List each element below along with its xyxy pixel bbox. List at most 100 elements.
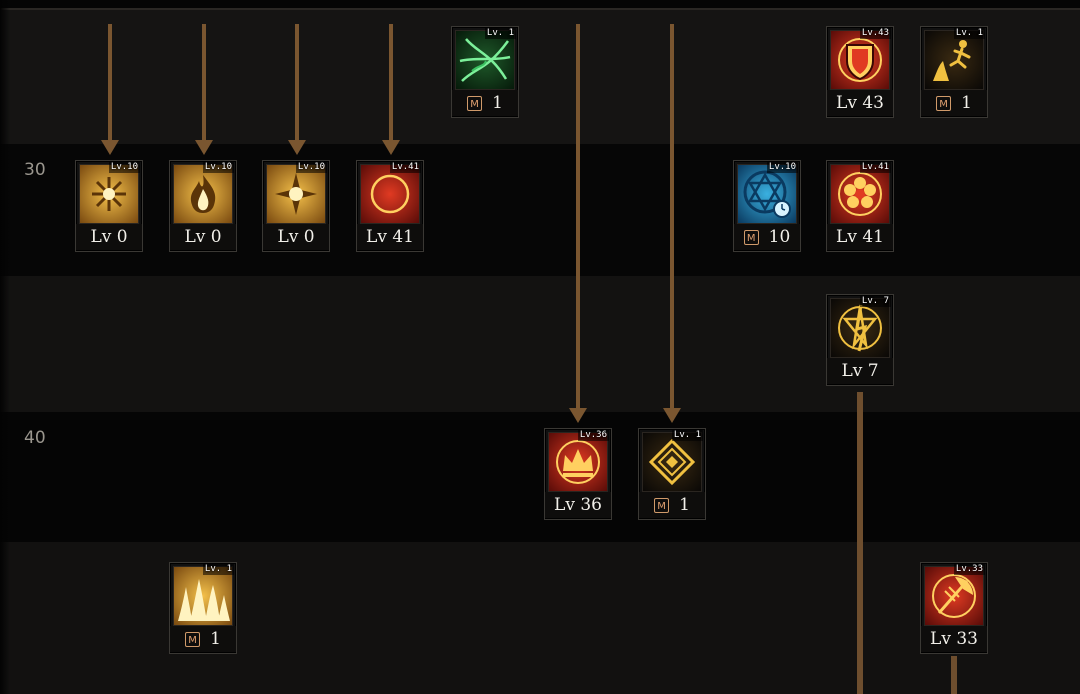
skill-level-tag: Lv.43 (859, 28, 891, 39)
level-label-30: 30 (24, 160, 46, 180)
skill-slot-diamond[interactable]: Lv. 1 M1 (638, 428, 706, 520)
skill-level-tag: Lv.10 (108, 162, 140, 173)
snowflake-icon (79, 164, 139, 224)
skill-caption: Lv 7 (827, 358, 893, 384)
skill-caption: Lv 43 (827, 90, 893, 116)
figure-icon (924, 30, 984, 90)
skill-slot-moon[interactable]: Lv.41 Lv 41 (356, 160, 424, 252)
arrow-head (382, 140, 400, 155)
skill-level-value: 1 (210, 629, 221, 649)
top-bar (0, 0, 1080, 8)
skill-level-value: 10 (768, 227, 791, 247)
skill-level-value: Lv 43 (836, 93, 884, 113)
skill-slot-vines[interactable]: Lv. 1 M1 (451, 26, 519, 118)
prerequisite-arrow (576, 24, 580, 412)
fire-wall-icon (173, 566, 233, 626)
row-band (0, 8, 1080, 144)
row-band (0, 276, 1080, 412)
master-badge-icon: M (185, 631, 201, 647)
master-badge-icon: M (936, 95, 952, 111)
skill-caption: Lv 41 (827, 224, 893, 250)
row-band (0, 542, 1080, 694)
arrow-head (288, 140, 306, 155)
skill-slot-fire-wall[interactable]: Lv. 1 M1 (169, 562, 237, 654)
skill-level-tag: Lv. 1 (953, 28, 985, 39)
skill-caption: Lv 0 (263, 224, 329, 250)
skill-level-value: 1 (679, 495, 690, 515)
skill-caption: M 10 (734, 224, 800, 250)
skill-level-value: Lv 36 (554, 495, 602, 515)
divider (0, 8, 1080, 10)
skill-tree-panel: 30 40 Lv. 1M1 Lv.43 Lv 43 Lv. 1 M 1 Lv.1… (0, 0, 1080, 694)
skill-slot-crown[interactable]: Lv.36 Lv 36 (544, 428, 612, 520)
shield-icon (830, 30, 890, 90)
skill-level-value: Lv 0 (277, 227, 315, 247)
skill-slot-hexagram[interactable]: Lv.10 M 10 (733, 160, 801, 252)
skill-level-tag: Lv. 1 (202, 564, 234, 575)
arrow-head (569, 408, 587, 423)
skill-caption: M1 (452, 90, 518, 116)
axe-icon (924, 566, 984, 626)
skill-level-value: Lv 0 (184, 227, 222, 247)
skill-caption: Lv 0 (76, 224, 142, 250)
skill-caption: M1 (170, 626, 236, 652)
skill-caption: Lv 36 (545, 492, 611, 518)
skill-slot-axe[interactable]: Lv.33 Lv 33 (920, 562, 988, 654)
skill-slot-snowflake[interactable]: Lv.10 Lv 0 (75, 160, 143, 252)
skill-caption: Lv 41 (357, 224, 423, 250)
skill-slot-shield[interactable]: Lv.43 Lv 43 (826, 26, 894, 118)
prerequisite-arrow (670, 24, 674, 412)
skill-slot-sun[interactable]: Lv.10 Lv 0 (262, 160, 330, 252)
master-badge-icon: M (654, 497, 670, 513)
skill-slot-star[interactable]: Lv. 7 Lv 7 (826, 294, 894, 386)
prerequisite-arrow (202, 24, 206, 144)
skill-level-tag: Lv.10 (295, 162, 327, 173)
panel-edge (0, 0, 10, 694)
skill-caption: Lv 33 (921, 626, 987, 652)
arrow-head (101, 140, 119, 155)
level-label-40: 40 (24, 428, 46, 448)
skill-level-tag: Lv.41 (389, 162, 421, 173)
arrow-head (663, 408, 681, 423)
star-icon (830, 298, 890, 358)
skill-level-value: Lv 33 (930, 629, 978, 649)
skill-slot-flower[interactable]: Lv.41 Lv 41 (826, 160, 894, 252)
skill-level-value: Lv 7 (841, 361, 879, 381)
skill-connector (951, 656, 957, 694)
flower-icon (830, 164, 890, 224)
skill-level-value: Lv 0 (90, 227, 128, 247)
master-badge-icon: M (467, 95, 483, 111)
crown-icon (548, 432, 608, 492)
skill-level-value: Lv 41 (836, 227, 884, 247)
skill-slot-flame[interactable]: Lv.10 Lv 0 (169, 160, 237, 252)
skill-caption: Lv 0 (170, 224, 236, 250)
skill-level-tag: Lv.36 (577, 430, 609, 441)
skill-level-value: 1 (961, 93, 972, 113)
prerequisite-arrow (108, 24, 112, 144)
diamond-icon (642, 432, 702, 492)
skill-caption: M1 (639, 492, 705, 518)
moon-icon (360, 164, 420, 224)
master-badge-icon: M (743, 229, 759, 245)
skill-caption: M1 (921, 90, 987, 116)
arrow-head (195, 140, 213, 155)
skill-level-value: 1 (492, 93, 503, 113)
row-band (0, 412, 1080, 542)
skill-level-tag: Lv. 7 (859, 296, 891, 307)
prerequisite-arrow (295, 24, 299, 144)
skill-level-tag: Lv.33 (953, 564, 985, 575)
skill-level-tag: Lv.41 (859, 162, 891, 173)
skill-level-tag: Lv.10 (202, 162, 234, 173)
skill-slot-figure[interactable]: Lv. 1 M1 (920, 26, 988, 118)
vines-icon (455, 30, 515, 90)
hexagram-icon (737, 164, 797, 224)
skill-level-tag: Lv.10 (766, 162, 798, 173)
row-band (0, 144, 1080, 276)
prerequisite-arrow (389, 24, 393, 144)
skill-level-tag: Lv. 1 (484, 28, 516, 39)
skill-level-tag: Lv. 1 (671, 430, 703, 441)
flame-icon (173, 164, 233, 224)
skill-level-value: Lv 41 (366, 227, 414, 247)
sun-icon (266, 164, 326, 224)
skill-connector (857, 392, 863, 694)
